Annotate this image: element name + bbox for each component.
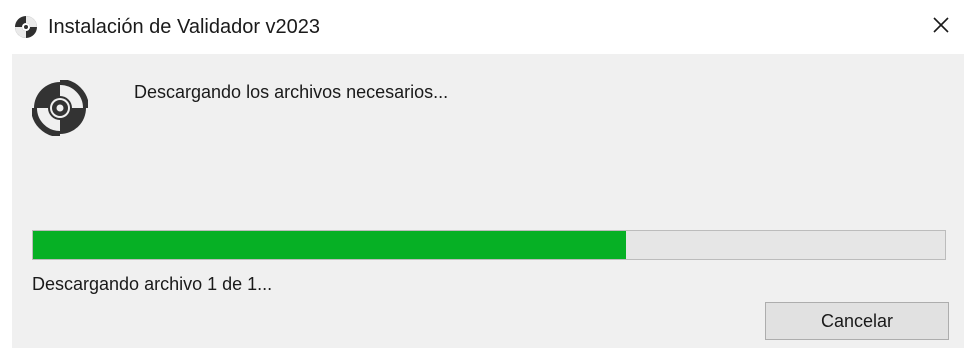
close-button[interactable] [918, 0, 964, 54]
installer-window: Instalación de Validador v2023 Descargan… [0, 0, 964, 348]
title-bar: Instalación de Validador v2023 [0, 0, 964, 54]
progress-fill [33, 231, 626, 259]
disc-icon [14, 15, 38, 39]
window-title: Instalación de Validador v2023 [48, 16, 321, 38]
disc-icon [31, 79, 89, 137]
status-text: Descargando archivo 1 de 1... [32, 274, 273, 294]
content-panel: Descargando los archivos necesarios... D… [12, 54, 964, 348]
close-icon [932, 16, 950, 39]
download-progress-bar [32, 230, 946, 260]
cancel-button[interactable]: Cancelar [765, 302, 949, 340]
status-heading: Descargando los archivos necesarios... [134, 82, 449, 102]
